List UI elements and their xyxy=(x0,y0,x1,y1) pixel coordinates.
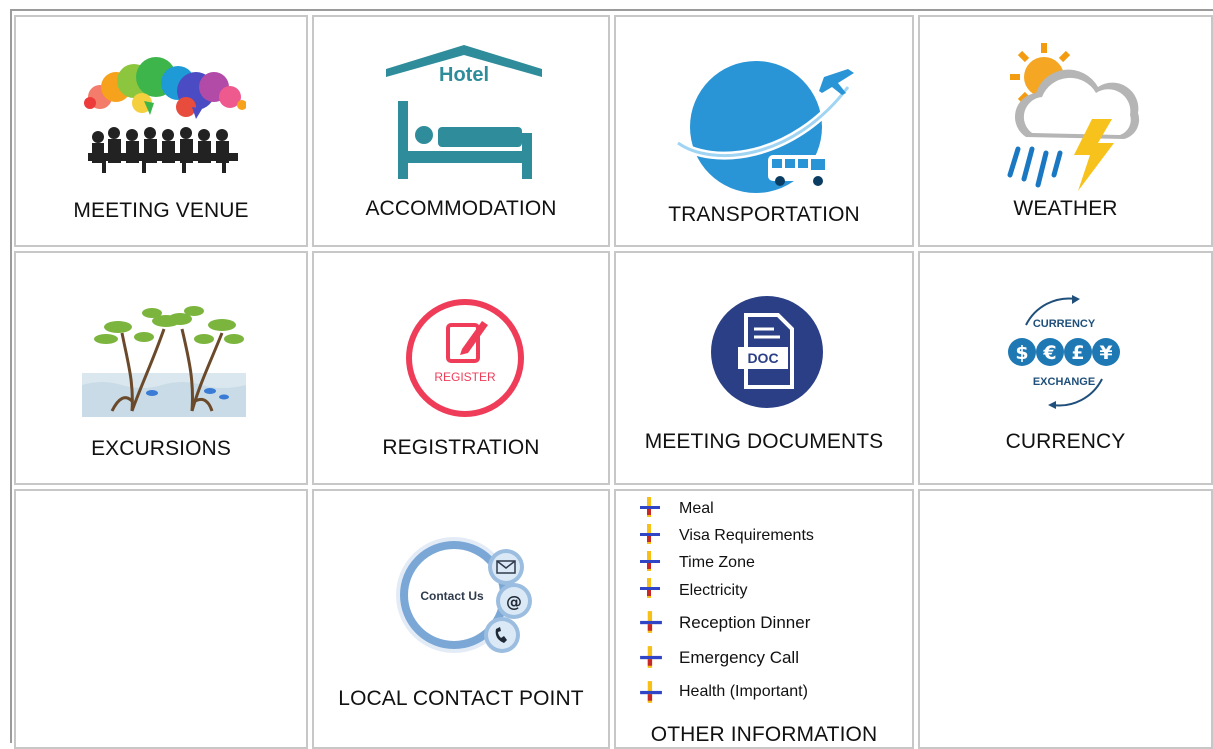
info-item-reception-dinner[interactable]: Reception Dinner xyxy=(639,605,814,640)
transportation-icon xyxy=(672,59,860,193)
tile-empty-left xyxy=(14,489,308,749)
pin-bullet-icon xyxy=(639,578,661,598)
currency-icon-bottom-text: EXCHANGE xyxy=(1033,376,1095,388)
register-icon: REGISTER xyxy=(404,297,526,419)
tile-currency[interactable]: CURRENCY $ € £ ¥ EXCHANGE CURRENCY xyxy=(918,251,1213,485)
dollar-symbol: $ xyxy=(1015,342,1028,364)
tile-other-information-label: OTHER INFORMATION xyxy=(650,723,878,746)
contact-us-text: Contact Us xyxy=(420,589,484,603)
tile-currency-label: CURRENCY xyxy=(1005,430,1126,453)
other-information-list: Meal Visa Requirements Time Zone Electri… xyxy=(639,495,814,709)
pin-bullet-icon xyxy=(639,610,663,634)
meeting-venue-icon xyxy=(82,57,246,179)
tile-meeting-venue-label: MEETING VENUE xyxy=(73,199,249,222)
tile-excursions-label: EXCURSIONS xyxy=(91,437,231,460)
excursions-icon xyxy=(82,293,246,417)
tile-weather[interactable]: WEATHER xyxy=(918,15,1213,247)
tile-registration[interactable]: REGISTER REGISTRATION xyxy=(312,251,610,485)
hotel-icon-text: Hotel xyxy=(439,64,489,86)
info-item-label: Reception Dinner xyxy=(679,613,811,632)
yen-symbol: ¥ xyxy=(1099,342,1112,364)
tile-transportation[interactable]: TRANSPORTATION xyxy=(614,15,914,247)
tile-transportation-label: TRANSPORTATION xyxy=(668,203,860,226)
info-item-label: Visa Requirements xyxy=(679,527,814,544)
weather-icon xyxy=(996,41,1146,195)
info-item-label: Emergency Call xyxy=(679,648,799,667)
info-item-label: Health (Important) xyxy=(679,683,808,700)
contact-us-icon: Contact Us @ xyxy=(390,533,540,657)
info-item-electricity[interactable]: Electricity xyxy=(639,576,814,605)
info-item-label: Meal xyxy=(679,500,714,517)
info-item-meal[interactable]: Meal xyxy=(639,495,814,522)
info-item-time-zone[interactable]: Time Zone xyxy=(639,549,814,576)
tile-local-contact-point-label: LOCAL CONTACT POINT xyxy=(338,687,584,710)
tile-registration-label: REGISTRATION xyxy=(382,436,540,459)
at-sign-text: @ xyxy=(506,592,522,611)
hotel-icon: Hotel xyxy=(382,41,546,181)
info-item-label: Time Zone xyxy=(679,554,755,571)
info-item-health[interactable]: Health (Important) xyxy=(639,675,814,709)
info-item-visa-requirements[interactable]: Visa Requirements xyxy=(639,522,814,549)
pin-bullet-icon xyxy=(639,524,661,544)
tile-meeting-documents[interactable]: DOC MEETING DOCUMENTS xyxy=(614,251,914,485)
register-icon-text: REGISTER xyxy=(434,370,496,384)
pound-symbol: £ xyxy=(1071,342,1084,364)
pin-bullet-icon xyxy=(639,680,663,704)
currency-icon-top-text: CURRENCY xyxy=(1033,318,1096,330)
info-item-label: Electricity xyxy=(679,582,748,599)
tile-other-information[interactable]: Meal Visa Requirements Time Zone Electri… xyxy=(614,489,914,749)
info-item-emergency-call[interactable]: Emergency Call xyxy=(639,640,814,675)
tile-meeting-venue[interactable]: MEETING VENUE xyxy=(14,15,308,247)
tile-empty-right xyxy=(918,489,1213,749)
pin-bullet-icon xyxy=(639,645,663,669)
tile-local-contact-point[interactable]: Contact Us @ LOCAL CONTACT POINT xyxy=(312,489,610,749)
tile-accommodation[interactable]: Hotel ACCOMMODATION xyxy=(312,15,610,247)
pin-bullet-icon xyxy=(639,497,661,517)
document-icon-text: DOC xyxy=(747,350,778,366)
document-icon: DOC xyxy=(710,295,824,409)
currency-exchange-icon: CURRENCY $ € £ ¥ EXCHANGE xyxy=(1008,295,1120,409)
tile-meeting-documents-label: MEETING DOCUMENTS xyxy=(644,430,884,453)
tile-weather-label: WEATHER xyxy=(1013,197,1118,220)
tile-accommodation-label: ACCOMMODATION xyxy=(365,197,557,220)
tile-excursions[interactable]: EXCURSIONS xyxy=(14,251,308,485)
pin-bullet-icon xyxy=(639,551,661,571)
euro-symbol: € xyxy=(1042,342,1056,364)
